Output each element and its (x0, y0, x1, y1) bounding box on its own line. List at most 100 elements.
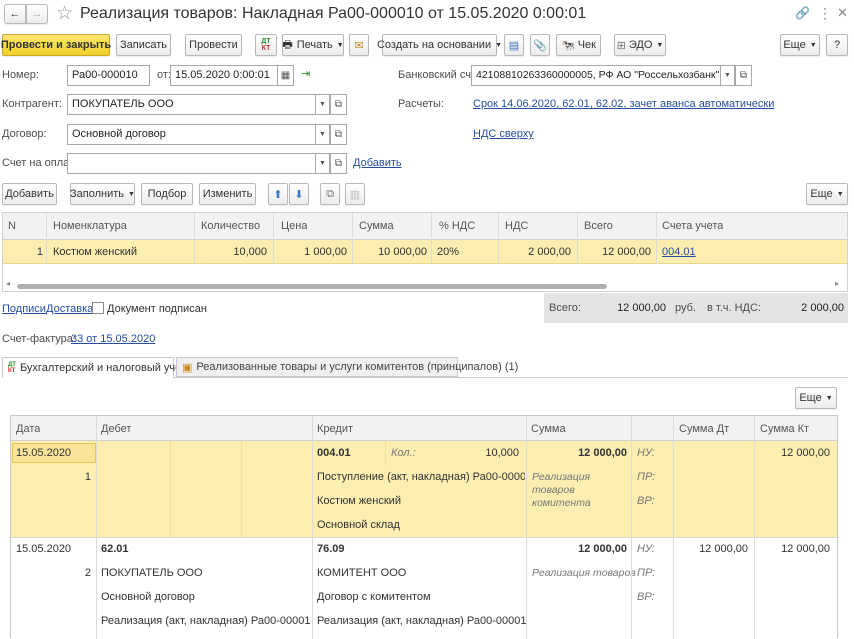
contract-label: Договор: (2, 128, 47, 140)
post-and-close-button[interactable]: Провести и закрыть (1, 34, 111, 56)
scrollbar-thumb[interactable] (17, 284, 607, 289)
favorite-star-icon[interactable]: ☆ (56, 2, 73, 25)
invoice-link[interactable]: 33 от 15.05.2020 (71, 333, 155, 345)
goods-change-button[interactable]: Изменить (199, 183, 256, 205)
row-item: Костюм женский (53, 246, 137, 258)
link-icon[interactable]: 🔗 (795, 6, 810, 20)
col-vat[interactable]: НДС (505, 220, 528, 232)
back-button[interactable]: ← (4, 4, 26, 24)
vat-total-label: в т.ч. НДС: (707, 302, 762, 314)
receipt-icon: 🐄 (561, 39, 575, 52)
p1-vr: ВР: (637, 495, 655, 507)
invoice-for-payment-open-icon[interactable]: ⧉ (330, 153, 347, 174)
edo-icon: ⊞ (616, 39, 626, 52)
pcol-sum-dt[interactable]: Сумма Дт (679, 423, 729, 435)
signatures-link[interactable]: Подписи (2, 303, 46, 315)
p1-credit-account: 004.01 (317, 447, 351, 459)
pcol-sum-kt[interactable]: Сумма Кт (760, 423, 809, 435)
create-based-on-button[interactable]: Создать на основании ▼ (377, 34, 502, 56)
p2-debit-2: Основной договор (101, 591, 195, 603)
more-menu-icon[interactable]: ⋮ (818, 5, 832, 22)
save-button[interactable]: Записать (116, 34, 171, 56)
contract-open-icon[interactable]: ⧉ (330, 124, 347, 145)
posting-record-1[interactable] (11, 441, 837, 537)
contract-dropdown-icon[interactable]: ▼ (316, 124, 330, 145)
pcol-debit[interactable]: Дебет (101, 423, 131, 435)
contract-field[interactable]: Основной договор (67, 124, 316, 145)
goods-more-button[interactable]: Еще ▼ (806, 183, 848, 205)
help-button[interactable]: ? (826, 34, 848, 56)
number-label: Номер: (2, 69, 39, 81)
printer-icon: 🖶 (282, 38, 293, 51)
document-icon: ▣ (182, 361, 193, 374)
bank-account-dropdown-icon[interactable]: ▼ (721, 65, 735, 86)
pcol-sum[interactable]: Сумма (531, 423, 566, 435)
col-item[interactable]: Номенклатура (53, 220, 127, 232)
col-n[interactable]: N (8, 220, 16, 232)
calendar-icon[interactable]: ▦ (277, 65, 294, 86)
p2-debit-1: ПОКУПАТЕЛЬ ООО (101, 567, 203, 579)
pcol-credit[interactable]: Кредит (317, 423, 353, 435)
history-icon[interactable]: ⇥ (301, 67, 310, 80)
attach-button[interactable]: 📎 (530, 34, 550, 56)
p2-content: Реализация товаров (532, 567, 636, 579)
p1-nu: НУ: (637, 447, 655, 459)
goods-fill-button[interactable]: Заполнить ▼ (70, 183, 135, 205)
row-vat-rate: 20% (437, 246, 460, 258)
col-total[interactable]: Всего (584, 220, 613, 232)
close-icon[interactable]: ✕ (837, 5, 848, 21)
add-invoice-link[interactable]: Добавить (353, 157, 402, 169)
horizontal-scrollbar[interactable]: ◂ ▸ (3, 279, 847, 291)
pcol-date[interactable]: Дата (16, 423, 40, 435)
chevron-down-icon: ▼ (128, 190, 135, 198)
p2-sum-kt: 12 000,00 (781, 543, 830, 555)
invoice-for-payment-dropdown-icon[interactable]: ▼ (316, 153, 330, 174)
copy-button[interactable]: ⧉ (320, 183, 340, 205)
print-button[interactable]: 🖶 Печать ▼ (282, 34, 344, 56)
bank-account-open-icon[interactable]: ⧉ (735, 65, 752, 86)
paste-button[interactable]: ▥ (345, 183, 365, 205)
post-button[interactable]: Провести (185, 34, 242, 56)
date-field[interactable]: 15.05.2020 0:00:01 (170, 65, 278, 86)
dt-kt-button[interactable]: ДТ КТ (255, 34, 277, 56)
back-arrow-icon: ← (9, 8, 21, 20)
col-accounts[interactable]: Счета учета (662, 220, 723, 232)
receipt-button[interactable]: 🐄 Чек (556, 34, 601, 56)
number-field[interactable]: Ра00-000010 (67, 65, 150, 86)
create-based-label: Создать на основании (376, 39, 492, 51)
signed-checkbox[interactable] (92, 302, 104, 314)
contractor-open-icon[interactable]: ⧉ (330, 94, 347, 115)
email-button[interactable]: ✉ (349, 34, 369, 56)
postings-more-button[interactable]: Еще ▼ (795, 387, 837, 409)
settlements-link[interactable]: Срок 14.06.2020, 62.01, 62.02, зачет ава… (473, 98, 774, 110)
invoice-for-payment-field[interactable] (67, 153, 316, 174)
structure-button[interactable]: ▤ (504, 34, 524, 56)
scroll-right-icon[interactable]: ▸ (835, 279, 839, 288)
delivery-link[interactable]: Доставка (46, 303, 93, 315)
forward-button[interactable]: → (26, 4, 48, 24)
p1-date: 15.05.2020 (16, 447, 72, 459)
row-n: 1 (36, 246, 43, 258)
bank-account-field[interactable]: 42108810263360000005, РФ АО "Россельхозб… (471, 65, 721, 86)
col-vat-rate[interactable]: % НДС (439, 220, 475, 232)
goods-add-button[interactable]: Добавить (2, 183, 57, 205)
chevron-down-icon: ▼ (836, 190, 844, 198)
goods-select-button[interactable]: Подбор (141, 183, 193, 205)
scroll-left-icon[interactable]: ◂ (6, 279, 10, 288)
move-down-button[interactable]: ⬇ (289, 183, 309, 205)
contractor-field[interactable]: ПОКУПАТЕЛЬ ООО (67, 94, 316, 115)
edo-button[interactable]: ⊞ ЭДО ▼ (614, 34, 666, 56)
p1-credit-1: Поступление (акт, накладная) Ра00-000001… (317, 471, 525, 483)
move-up-button[interactable]: ⬆ (268, 183, 288, 205)
col-qty[interactable]: Количество (201, 220, 260, 232)
tab-commission-goods[interactable]: ▣ Реализованные товары и услуги комитент… (176, 357, 518, 377)
vat-on-top-link[interactable]: НДС сверху (473, 128, 534, 140)
row-vat: 2 000,00 (528, 246, 571, 258)
row-account-link[interactable]: 004.01 (662, 246, 696, 258)
tab-accounting[interactable]: ДТ КТ Бухгалтерский и налоговый учет (2) (2, 357, 202, 378)
more-label: Еще (783, 39, 806, 51)
more-button[interactable]: Еще ▼ (780, 34, 820, 56)
col-sum[interactable]: Сумма (359, 220, 394, 232)
col-price[interactable]: Цена (281, 220, 307, 232)
contractor-dropdown-icon[interactable]: ▼ (316, 94, 330, 115)
